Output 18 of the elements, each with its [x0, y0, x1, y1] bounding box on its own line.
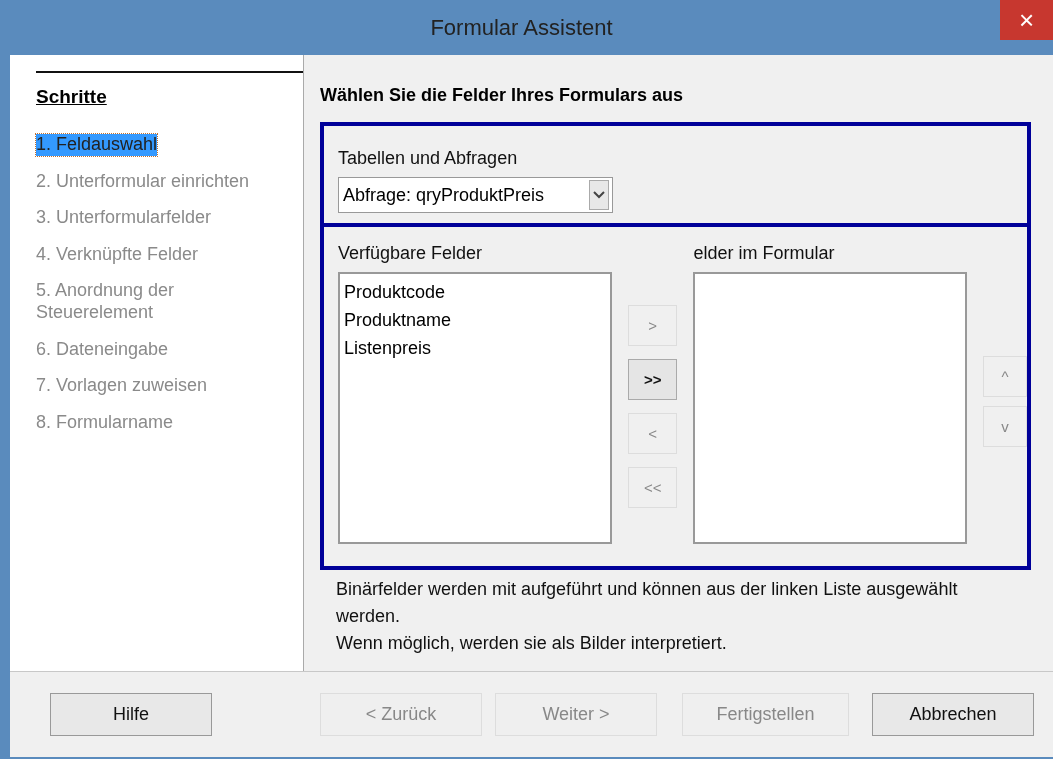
field-label: Tabellen und Abfragen: [338, 148, 519, 169]
field-label: elder im Formular: [693, 243, 836, 264]
list-item[interactable]: Produktcode: [344, 278, 606, 306]
window-title: Formular Assistent: [430, 14, 613, 41]
caret-icon: [589, 180, 609, 210]
move-button[interactable]: >>: [628, 359, 678, 400]
table-dropdown[interactable]: Abfrage: qryProduktPreis: [338, 177, 613, 213]
field-label: Verfügbare Felder: [338, 243, 484, 264]
close-button[interactable]: ×: [1000, 0, 1053, 40]
step-item[interactable]: 1. Feldauswahl: [36, 134, 158, 156]
page-heading: Wählen Sie die Felder Ihres Formulars aus: [320, 85, 685, 106]
dialog-button[interactable]: Abbrechen: [872, 693, 1034, 736]
info-text: Wenn möglich, werden sie als Bilder interpretiert.: [336, 632, 728, 655]
info-text: Binärfelder werden mit aufgeführt und können aus der linken Liste ausgewählt werden.: [336, 578, 959, 628]
dialog-button[interactable]: Hilfe: [50, 693, 212, 736]
list-item[interactable]: Listenpreis: [344, 334, 606, 362]
list-item[interactable]: Produktname: [344, 306, 606, 334]
steps-heading: Schritte: [36, 86, 108, 108]
